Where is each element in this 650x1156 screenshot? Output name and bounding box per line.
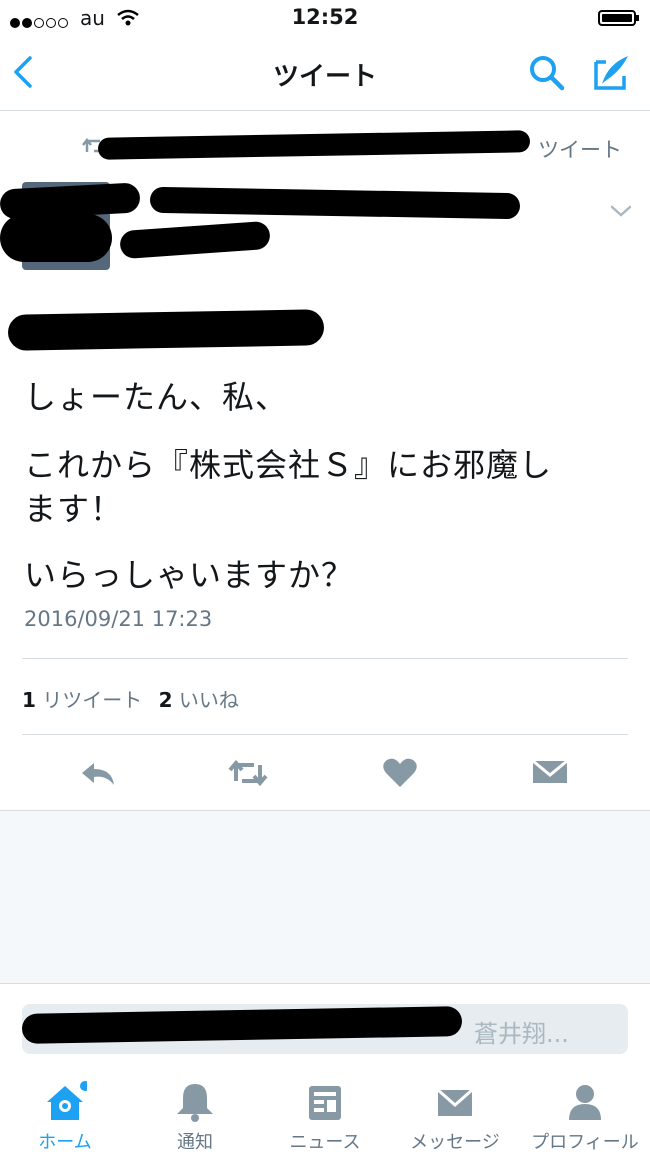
tab-messages[interactable] <box>390 1080 520 1128</box>
tweet-text-line: これから『株式会社Ｓ』にお邪魔し <box>24 446 553 484</box>
redaction-scribble <box>149 186 521 220</box>
retweet-context-label: ツイート <box>538 138 622 162</box>
like-count[interactable]: 2 <box>159 688 173 712</box>
tab-notifications-label[interactable]: 通知 <box>130 1128 260 1154</box>
redaction-scribble <box>7 309 325 351</box>
reply-icon[interactable] <box>78 755 118 791</box>
tweet-stats: 1 リツイート 2 いいね <box>22 684 239 713</box>
retweet-count[interactable]: 1 <box>22 688 36 712</box>
like-count-label[interactable]: いいね <box>179 688 239 712</box>
battery-icon <box>598 10 639 26</box>
direct-message-icon[interactable] <box>530 755 570 791</box>
tab-notifications[interactable] <box>130 1080 260 1128</box>
tweet-text-line: いらっしゃいますか？ <box>24 556 355 594</box>
tab-home-label[interactable]: ホーム <box>0 1128 130 1154</box>
tweet-text-line: しょーたん、私、 <box>24 378 289 416</box>
tab-messages-label[interactable]: メッセージ <box>390 1128 520 1154</box>
retweet-icon[interactable] <box>228 755 268 791</box>
envelope-icon <box>437 1088 473 1116</box>
redaction-scribble <box>0 214 112 262</box>
tweet-text-line: ます！ <box>24 490 124 528</box>
divider <box>22 734 628 735</box>
empty-replies-area <box>0 810 650 984</box>
tab-profile[interactable] <box>520 1080 650 1128</box>
home-icon <box>47 1081 90 1120</box>
person-icon <box>569 1085 601 1120</box>
bell-icon <box>177 1084 213 1122</box>
status-bar: au 12:52 <box>0 0 650 36</box>
tab-home[interactable] <box>0 1080 130 1128</box>
tab-profile-label[interactable]: プロフィール <box>520 1128 650 1154</box>
tab-news-label[interactable]: ニュース <box>260 1128 390 1154</box>
search-icon[interactable] <box>528 54 566 92</box>
clock: 12:52 <box>291 5 359 29</box>
news-icon <box>309 1086 341 1120</box>
reply-placeholder: 蒼井翔... <box>474 1020 569 1048</box>
chevron-down-icon[interactable] <box>610 204 632 218</box>
redaction-scribble <box>119 220 271 260</box>
divider <box>22 658 628 659</box>
compose-tweet-icon[interactable] <box>592 54 632 92</box>
like-heart-icon[interactable] <box>380 755 420 791</box>
retweet-count-label[interactable]: リツイート <box>42 688 142 712</box>
tweet-timestamp: 2016/09/21 17:23 <box>24 607 213 631</box>
tab-news[interactable] <box>260 1080 390 1128</box>
redaction-scribble <box>97 130 531 160</box>
